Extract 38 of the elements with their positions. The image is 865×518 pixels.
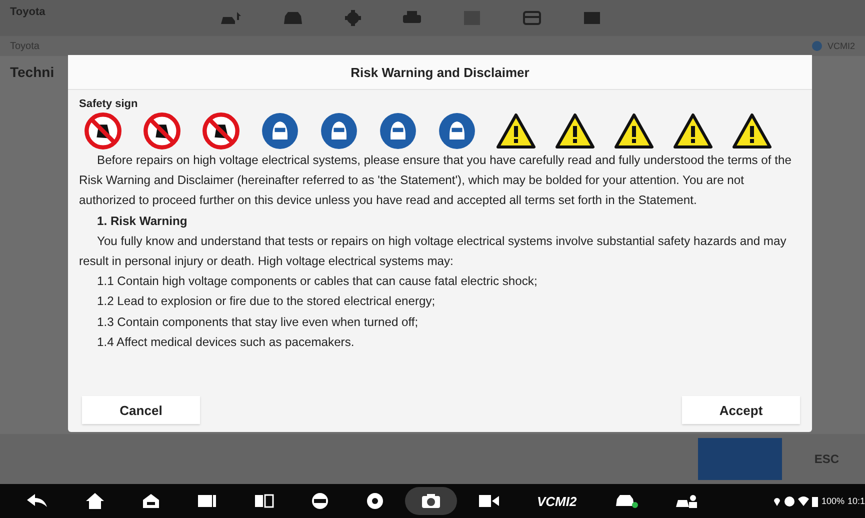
dialog-title: Risk Warning and Disclaimer (68, 55, 812, 90)
wifi-icon (798, 496, 810, 506)
camera-icon (421, 493, 441, 509)
warning-sign-icon (614, 112, 654, 150)
warning-sign-icon (496, 112, 536, 150)
cancel-button[interactable]: Cancel (82, 396, 200, 424)
window-icon[interactable] (197, 494, 217, 508)
clock: 10:1 (847, 496, 865, 506)
battery-percentage: 100% (821, 496, 844, 506)
vehicle-make: Toyota (10, 5, 46, 18)
page-title: Techni (10, 64, 54, 80)
printer-icon[interactable] (402, 10, 422, 26)
list-item: 1.1 Contain high voltage components or cables that can cause fatal electric shock; (96, 273, 538, 290)
section-heading: 1. Risk Warning (96, 212, 188, 230)
camera-button[interactable] (405, 487, 457, 515)
disclaimer-paragraph: Before repairs on high voltage electrical systems, please ensure that you have carefully read and fully understood the terms of the Risk Warning and Disclaimer (hereinafter referred to as 'the Statement'), which may be bolded for your attention. You are not authorized to proceed further on this device unless you have read and accepted all terms set forth in the Statement. (79, 152, 792, 210)
list-item: 1.4 Affect medical devices such as pacemakers. (96, 334, 356, 351)
back-icon[interactable] (26, 493, 48, 509)
disclaimer-paragraph: You fully know and understand that tests or repairs on high voltage electrical systems involve substantial safety hazards and may result in personal injury or death. High voltage electrical systems may: (79, 232, 788, 270)
house-icon[interactable] (142, 493, 160, 509)
section-label: Safety sign (79, 98, 139, 110)
location-icon (773, 496, 782, 506)
remote-support-icon[interactable] (674, 493, 699, 509)
battery-icon (812, 496, 818, 506)
list-item: 1.3 Contain components that stay live even when turned off; (96, 314, 420, 331)
vcm-label[interactable]: VCMI2 (537, 494, 577, 508)
warning-sign-icon (673, 112, 713, 150)
accept-button[interactable]: Accept (682, 396, 800, 424)
connection-icon (811, 40, 824, 52)
list-item: 1.2 Lead to explosion or fire due to the stored electrical energy; (96, 293, 436, 310)
home-icon[interactable] (85, 492, 105, 510)
warning-sign-icon (732, 112, 772, 150)
folder-icon[interactable] (522, 10, 542, 26)
video-icon[interactable] (478, 494, 500, 508)
car-lift-icon[interactable] (220, 10, 242, 26)
car-icon[interactable] (614, 493, 638, 509)
split-screen-icon[interactable] (254, 494, 274, 508)
warning-sign-icon (555, 112, 595, 150)
